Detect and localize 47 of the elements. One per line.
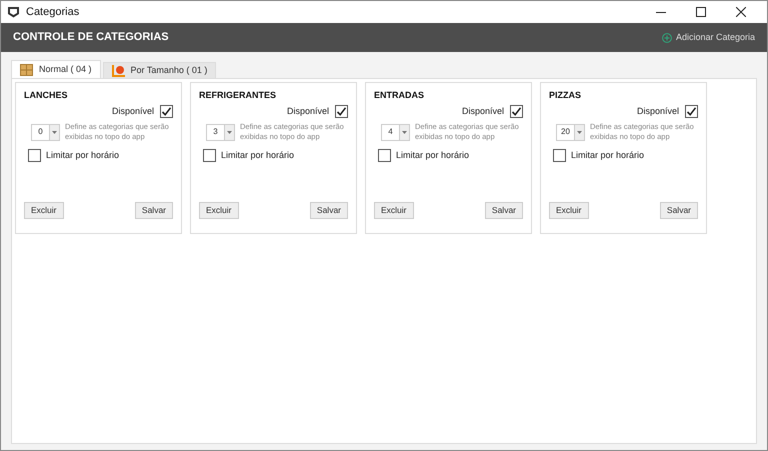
limit-label: Limitar por horário (571, 149, 644, 162)
order-dropdown[interactable]: 0 (31, 124, 60, 140)
checkbox[interactable] (378, 149, 391, 162)
delete-button[interactable]: Excluir (374, 202, 414, 219)
checkbox[interactable] (553, 149, 566, 162)
delete-button[interactable]: Excluir (199, 202, 239, 219)
available-label: Disponível (462, 104, 504, 118)
category-name: ENTRADAS (374, 89, 426, 102)
page-title: CONTROLE DE CATEGORIAS (13, 30, 169, 46)
caret-icon (227, 130, 232, 134)
checkbox[interactable] (510, 104, 523, 118)
checkbox[interactable] (160, 104, 173, 118)
app-icon (7, 6, 20, 18)
caret-icon (402, 130, 407, 134)
box-icon (20, 64, 33, 76)
window-title: Categorias (26, 4, 80, 20)
order-dropdown[interactable]: 4 (381, 124, 410, 140)
category-name: LANCHES (24, 89, 69, 102)
caret-icon (52, 130, 57, 134)
order-dropdown[interactable]: 3 (206, 124, 235, 140)
caret-icon (577, 130, 582, 134)
checkbox[interactable] (28, 149, 41, 162)
tab[interactable]: Normal ( 04 ) (11, 60, 101, 78)
save-button[interactable]: Salvar (134, 202, 173, 219)
save-button[interactable]: Salvar (484, 202, 523, 219)
limit-label: Limitar por horário (46, 149, 120, 162)
delete-button[interactable]: Excluir (549, 202, 589, 219)
maximize-icon (696, 7, 706, 17)
delete-button[interactable]: Excluir (24, 202, 64, 219)
add-category-button[interactable]: Adicionar Categoria (662, 30, 755, 44)
limit-label: Limitar por horário (396, 149, 470, 162)
chart-icon (112, 64, 125, 76)
checkbox[interactable] (203, 149, 216, 162)
checkbox[interactable] (685, 104, 698, 118)
available-label: Disponível (286, 104, 329, 118)
order-dropdown[interactable]: 20 (556, 124, 585, 140)
save-button[interactable]: Salvar (660, 202, 698, 219)
available-label: Disponível (636, 104, 679, 118)
category-name: PIZZAS (549, 89, 582, 102)
limit-label: Limitar por horário (221, 149, 294, 162)
available-label: Disponível (112, 104, 154, 118)
plus-circle-icon (662, 32, 672, 42)
tab[interactable]: Por Tamanho ( 01 ) (102, 62, 216, 78)
save-button[interactable]: Salvar (310, 202, 348, 219)
category-name: REFRIGERANTES (199, 89, 278, 102)
close-icon (736, 7, 746, 17)
checkbox[interactable] (335, 104, 348, 118)
